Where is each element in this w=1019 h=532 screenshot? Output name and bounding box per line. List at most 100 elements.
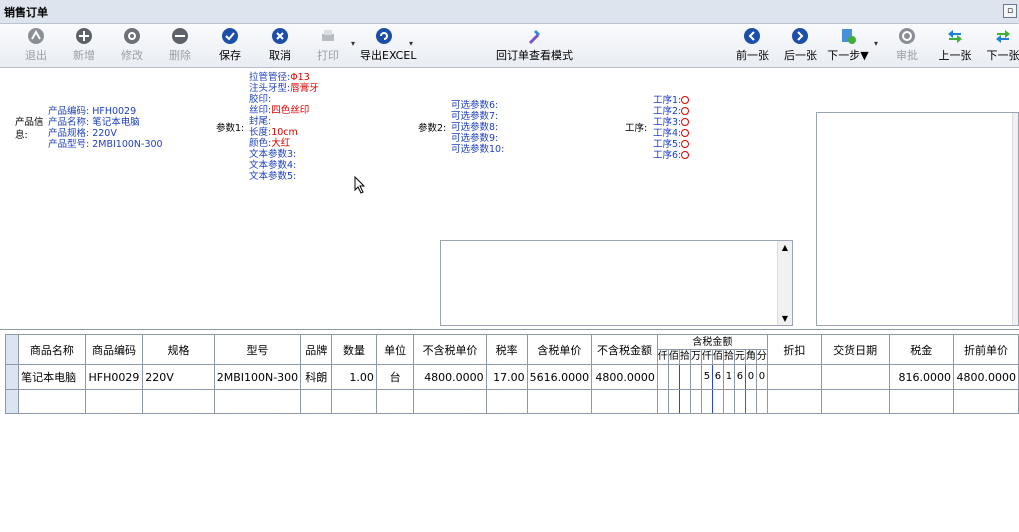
col-header[interactable]: 型号: [213, 334, 302, 365]
cell-brand[interactable]: 科朗: [300, 364, 333, 390]
export-excel-button[interactable]: 导出EXCEL: [360, 27, 416, 65]
arrow-left-icon: [744, 28, 760, 44]
process-item: 工序1:: [653, 95, 690, 106]
col-header[interactable]: 商品编码: [84, 334, 144, 365]
memo-scrollbar[interactable]: ▲ ▼: [777, 241, 792, 325]
cell-spec[interactable]: 220V: [142, 364, 215, 390]
print-button[interactable]: 打印: [314, 27, 342, 65]
view-mode-button[interactable]: 回订单查看模式: [496, 27, 573, 65]
cell-tax[interactable]: 816.0000: [888, 364, 955, 390]
process-lines: 工序1: 工序2: 工序3: 工序4: 工序5: 工序6:: [653, 95, 690, 161]
params2-lines: 可选参数6: 可选参数7: 可选参数8: 可选参数9: 可选参数10:: [451, 100, 505, 155]
table-row[interactable]: 笔记本电脑 HFH0029 220V 2MBI100N-300 科朗 1.00 …: [4, 364, 1019, 390]
col-header-money[interactable]: 含税金额 仟佰 拾万 仟佰 拾元 角分: [656, 334, 768, 365]
down-record-button[interactable]: 下一张: [986, 27, 1019, 65]
product-spec: 产品规格: 220V: [48, 128, 117, 139]
cell-unit[interactable]: 台: [375, 364, 415, 390]
scroll-up-icon: ▲: [781, 243, 789, 252]
delete-button[interactable]: 删除: [166, 27, 194, 65]
prev-record-button[interactable]: 前一张: [736, 27, 769, 65]
scroll-down-icon: ▼: [781, 314, 789, 323]
image-box[interactable]: [816, 112, 1019, 326]
circle-icon: [681, 118, 690, 126]
process-item: 工序4:: [653, 128, 690, 139]
print-dropdown-icon[interactable]: ▾: [351, 39, 355, 48]
order-lines-grid: 商品名称 商品编码 规格 型号 品牌 数量 单位 不含税单价 税率 含税单价 不…: [0, 332, 1019, 532]
edit-button[interactable]: 修改: [118, 27, 146, 65]
cell-price-in[interactable]: 5616.0000: [526, 364, 593, 390]
product-info-lines: 产品编码: HFH0029 产品名称: 笔记本电脑 产品规格: 220V 产品型…: [48, 106, 163, 150]
up-record-button[interactable]: 上一张: [938, 27, 972, 65]
table-row-empty[interactable]: [4, 389, 1019, 414]
cell-pre-price[interactable]: 4800.0000: [953, 364, 1019, 390]
tool-icon: [529, 30, 540, 44]
title-bar: 销售订单 ▫: [0, 0, 1019, 24]
process-item: 工序2:: [653, 106, 690, 117]
row-header[interactable]: [4, 389, 20, 414]
params1-label: 参数1:: [216, 123, 245, 134]
product-info-panel: 产品信息: 产品编码: HFH0029 产品名称: 笔记本电脑 产品规格: 22…: [0, 68, 1019, 330]
cell-price-ex[interactable]: 4800.0000: [413, 364, 487, 390]
params1-lines: 拉管管径:Φ13 注头牙型:唇膏牙 胶印: 丝印:四色丝印 封尾: 长度:10c…: [249, 72, 319, 182]
arrows-right-icon: [996, 30, 1010, 43]
col-header[interactable]: 折前单价: [953, 334, 1019, 365]
cell-amount-in[interactable]: 5 6 1 6 0 0: [656, 364, 768, 390]
cell-delivery[interactable]: [820, 364, 890, 390]
process-item: 工序5:: [653, 139, 690, 150]
circle-icon: [681, 96, 690, 104]
col-header[interactable]: 单位: [375, 334, 415, 365]
cell-name[interactable]: 笔记本电脑: [18, 364, 86, 390]
process-item: 工序3:: [653, 117, 690, 128]
product-info-label: 产品信息:: [15, 117, 44, 141]
cell-model[interactable]: 2MBI100N-300: [213, 364, 302, 390]
close-icon: [272, 28, 288, 44]
next-step-button[interactable]: 下一步▼: [826, 27, 870, 65]
export-dropdown-icon[interactable]: ▾: [409, 39, 413, 48]
exit-button[interactable]: 退出: [22, 27, 50, 65]
document-go-icon: [842, 29, 856, 44]
next-record-button[interactable]: 后一张: [784, 27, 817, 65]
col-header[interactable]: 数量: [331, 334, 377, 365]
col-header[interactable]: 税率: [485, 334, 528, 365]
col-header[interactable]: 不含税金额: [591, 334, 658, 365]
col-header[interactable]: 不含税单价: [413, 334, 487, 365]
edit-icon: [124, 28, 140, 44]
save-button[interactable]: 保存: [216, 27, 244, 65]
approve-button[interactable]: 审批: [893, 27, 921, 65]
exit-icon: [28, 28, 44, 44]
col-header[interactable]: 交货日期: [820, 334, 890, 365]
arrow-right-icon: [792, 28, 808, 44]
check-icon: [222, 28, 238, 44]
circle-icon: [681, 151, 690, 159]
circle-icon: [681, 129, 690, 137]
toolbar: 退出 新增 修改 删除 保存 取消 打印 ▾ 导出EXCEL ▾ 回订单查看模式…: [0, 24, 1019, 68]
mouse-cursor-icon: [354, 176, 366, 194]
process-label: 工序:: [625, 123, 648, 134]
cell-amount-ex[interactable]: 4800.0000: [591, 364, 658, 390]
restore-icon[interactable]: ▫: [1003, 4, 1017, 18]
plus-icon: [76, 28, 92, 44]
circle-icon: [681, 107, 690, 115]
row-header[interactable]: [4, 364, 20, 390]
cell-tax-rate[interactable]: 17.00: [485, 364, 528, 390]
col-header[interactable]: 含税单价: [526, 334, 593, 365]
printer-icon: [322, 30, 334, 41]
col-header[interactable]: 商品名称: [18, 334, 86, 365]
window-title: 销售订单: [4, 6, 48, 19]
cell-qty[interactable]: 1.00: [331, 364, 377, 390]
col-header[interactable]: 规格: [142, 334, 215, 365]
col-header[interactable]: 折扣: [766, 334, 822, 365]
new-button[interactable]: 新增: [70, 27, 98, 65]
circle-icon: [681, 140, 690, 148]
cell-code[interactable]: HFH0029: [84, 364, 144, 390]
cancel-button[interactable]: 取消: [266, 27, 294, 65]
col-header[interactable]: 税金: [888, 334, 955, 365]
process-item: 工序6:: [653, 150, 690, 161]
col-header[interactable]: 品牌: [300, 334, 333, 365]
minus-icon: [172, 28, 188, 44]
cell-discount[interactable]: [766, 364, 822, 390]
memo-textarea[interactable]: ▲ ▼: [440, 240, 793, 326]
order-table: 商品名称 商品编码 规格 型号 品牌 数量 单位 不含税单价 税率 含税单价 不…: [4, 334, 1019, 414]
image-scrollbar[interactable]: [1012, 113, 1018, 325]
next-step-dropdown-icon[interactable]: ▾: [874, 39, 878, 48]
